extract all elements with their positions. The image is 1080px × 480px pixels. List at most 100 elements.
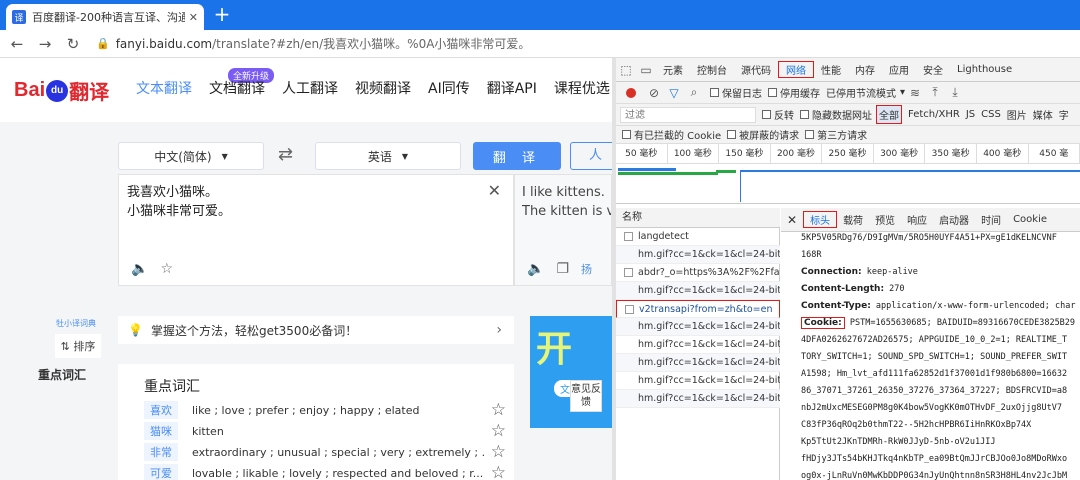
nav-video-translation[interactable]: 视频翻译 xyxy=(355,78,411,98)
filter-js[interactable]: JS xyxy=(966,109,975,120)
tab-application[interactable]: 应用 xyxy=(882,62,916,77)
star-icon[interactable]: ☆ xyxy=(491,463,506,480)
nav-translation-api[interactable]: 翻译API xyxy=(487,78,537,98)
request-row[interactable]: hm.gif?cc=1&ck=1&cl=24-bit... xyxy=(616,354,780,372)
wifi-icon[interactable]: ≋ xyxy=(905,86,925,100)
tab-lighthouse[interactable]: Lighthouse xyxy=(950,64,1019,75)
nav-ai-interpretation[interactable]: AI同传 xyxy=(428,78,470,98)
feedback-button[interactable]: 意见反馈 xyxy=(570,380,602,412)
clear-icon[interactable]: ⊘ xyxy=(644,86,664,100)
speaker-icon[interactable]: 🔈 xyxy=(131,261,148,277)
nav-text-translation[interactable]: 文本翻译 xyxy=(136,78,192,98)
tab-console[interactable]: 控制台 xyxy=(690,62,734,77)
star-icon[interactable]: ☆ xyxy=(491,400,506,420)
source-language-select[interactable]: 中文(简体) ▼ xyxy=(118,142,264,170)
inspect-icon[interactable]: ⬚ xyxy=(616,63,636,77)
speaker-icon[interactable]: 🔈 xyxy=(527,261,544,277)
sidebar-keywords[interactable]: 重点词汇 xyxy=(38,366,86,383)
human-translation-button[interactable]: 人 xyxy=(570,142,612,170)
filter-xhr[interactable]: Fetch/XHR xyxy=(908,109,960,120)
filter-all[interactable]: 全部 xyxy=(876,105,902,124)
invert-label: 反转 xyxy=(774,111,794,122)
tab-elements[interactable]: 元素 xyxy=(656,62,690,77)
translate-button[interactable]: 翻 译 xyxy=(473,142,561,170)
star-icon[interactable]: ☆ xyxy=(160,261,173,277)
forward-icon[interactable]: → xyxy=(34,35,56,53)
vocab-word[interactable]: 喜欢 xyxy=(144,401,178,419)
tab-response[interactable]: 响应 xyxy=(901,212,933,227)
lock-icon[interactable]: 🔒 xyxy=(96,37,110,50)
blocked-requests-checkbox[interactable] xyxy=(727,130,737,139)
sort-button[interactable]: ⇅ 排序 xyxy=(55,334,101,358)
hide-data-urls-checkbox[interactable] xyxy=(800,110,809,119)
address-bar[interactable]: fanyi.baidu.com/translate?#zh/en/我喜欢小猫咪。… xyxy=(116,35,531,52)
tab-preview[interactable]: 预览 xyxy=(869,212,901,227)
tab-memory[interactable]: 内存 xyxy=(848,62,882,77)
request-row[interactable]: hm.gif?cc=1&ck=1&cl=24-bit... xyxy=(616,282,780,300)
nav-courses[interactable]: 课程优选 xyxy=(554,78,610,98)
request-row[interactable]: hm.gif?cc=1&ck=1&cl=24-bit... xyxy=(616,336,780,354)
new-tab-button[interactable]: + xyxy=(210,3,234,27)
tab-performance[interactable]: 性能 xyxy=(814,62,848,77)
filter-icon[interactable]: ▽ xyxy=(664,86,684,100)
request-row[interactable]: langdetect xyxy=(616,228,780,246)
tab-headers[interactable]: 标头 xyxy=(803,211,838,228)
source-text[interactable]: 我喜欢小猫咪。 小猫咪非常可爱。 xyxy=(127,183,231,221)
request-row[interactable]: hm.gif?cc=1&ck=1&cl=24-bit... xyxy=(616,390,780,408)
swap-languages-icon[interactable]: ⇄ xyxy=(278,144,293,165)
record-icon[interactable] xyxy=(626,87,636,98)
nav-doc-translation[interactable]: 文档翻译 xyxy=(209,78,265,98)
device-toggle-icon[interactable]: ▭ xyxy=(636,63,656,77)
filter-input[interactable]: 过滤 xyxy=(620,106,756,123)
tab-network[interactable]: 网络 xyxy=(778,61,814,78)
invert-checkbox[interactable] xyxy=(762,110,771,119)
request-row[interactable]: hm.gif?cc=1&ck=1&cl=24-bit... xyxy=(616,318,780,336)
tab-payload[interactable]: 载荷 xyxy=(837,212,869,227)
request-row[interactable]: hm.gif?cc=1&ck=1&cl=24-bit... xyxy=(616,246,780,264)
copy-icon[interactable]: ❐ xyxy=(556,261,569,277)
vocab-word[interactable]: 非常 xyxy=(144,443,178,461)
tab-security[interactable]: 安全 xyxy=(916,62,950,77)
filter-media[interactable]: 媒体 xyxy=(1033,107,1053,122)
filter-css[interactable]: CSS xyxy=(981,109,1001,120)
tab-sources[interactable]: 源代码 xyxy=(734,62,778,77)
result-extra-link[interactable]: 扬 xyxy=(581,261,592,277)
vocab-word[interactable]: 猫咪 xyxy=(144,422,178,440)
browser-tab[interactable]: 译 百度翻译-200种语言互译、沟通 ✕ xyxy=(6,4,204,30)
header-line: og0x-jLnRuVn0MwKbDDP0G34nJyUnQhtnn8nSR3H… xyxy=(801,471,1068,480)
preserve-log-checkbox[interactable] xyxy=(710,88,719,97)
request-row[interactable]: hm.gif?cc=1&ck=1&cl=24-bit... xyxy=(616,372,780,390)
third-party-checkbox[interactable] xyxy=(805,130,815,139)
upload-icon[interactable]: ⤒ xyxy=(925,85,945,100)
close-tab-icon[interactable]: ✕ xyxy=(189,11,198,24)
header-connection: Connection: keep-alive xyxy=(801,267,918,277)
filter-img[interactable]: 图片 xyxy=(1007,107,1027,122)
translate-favicon-icon: 译 xyxy=(12,10,26,24)
search-icon[interactable]: ⌕ xyxy=(684,85,704,100)
disable-cache-checkbox[interactable] xyxy=(768,88,777,97)
back-icon[interactable]: ← xyxy=(6,35,28,53)
nav-human-translation[interactable]: 人工翻译 xyxy=(282,78,338,98)
request-row[interactable]: abdr?_o=https%3A%2F%2Ffa... xyxy=(616,264,780,282)
tab-timing[interactable]: 时间 xyxy=(975,212,1007,227)
filter-font[interactable]: 字 xyxy=(1059,107,1069,122)
star-icon[interactable]: ☆ xyxy=(491,442,506,462)
tab-cookies[interactable]: Cookie xyxy=(1007,214,1053,225)
vocab-word[interactable]: 可爱 xyxy=(144,464,178,480)
baidu-logo[interactable]: Bai du 翻译 xyxy=(14,76,109,105)
star-icon[interactable]: ☆ xyxy=(491,421,506,441)
request-row-v2transapi[interactable]: v2transapi?from=zh&to=en xyxy=(616,300,780,318)
waterfall-marker xyxy=(740,172,741,202)
blocked-cookies-checkbox[interactable] xyxy=(622,130,631,139)
download-icon[interactable]: ⤓ xyxy=(945,85,965,100)
clear-text-icon[interactable]: ✕ xyxy=(488,181,501,200)
close-details-icon[interactable]: ✕ xyxy=(781,213,803,227)
name-column-header[interactable]: 名称 xyxy=(616,208,780,228)
target-language-select[interactable]: 英语 ▼ xyxy=(315,142,461,170)
waterfall-overview[interactable] xyxy=(616,164,1080,204)
reload-icon[interactable]: ↻ xyxy=(62,35,84,53)
tip-banner[interactable]: 💡 掌握这个方法，轻松get3500必备词！ › xyxy=(118,316,514,344)
source-text-box[interactable]: 我喜欢小猫咪。 小猫咪非常可爱。 ✕ 🔈 ☆ xyxy=(118,174,514,286)
tab-initiator[interactable]: 启动器 xyxy=(933,212,975,227)
throttling-select[interactable]: 已停用节流模式 xyxy=(826,85,896,100)
